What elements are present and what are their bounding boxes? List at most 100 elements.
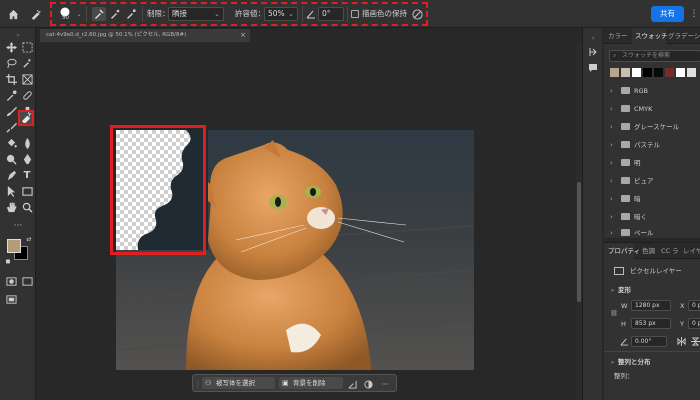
close-icon[interactable]: × <box>240 29 246 42</box>
swatch-group-dark[interactable]: › 暗 <box>610 192 700 206</box>
sample-once-icon[interactable] <box>92 7 106 21</box>
swatch-group-pale[interactable]: › ペール <box>610 228 700 238</box>
paint-bucket-tool-icon[interactable] <box>5 138 17 150</box>
tab-layers[interactable]: レイヤ <box>683 243 700 259</box>
quick-mask-icon[interactable] <box>5 276 17 288</box>
rotation-angle-field[interactable]: 0.00° <box>631 336 667 347</box>
pen-tool-icon-alt[interactable] <box>5 170 17 182</box>
swatch-group-pure[interactable]: › ピュア <box>610 174 700 188</box>
rectangle-tool-icon[interactable] <box>21 186 33 198</box>
lasso-tool-icon[interactable] <box>5 58 17 70</box>
tab-gradients[interactable]: グラデーション <box>668 28 700 44</box>
brush-preset-chevron-icon[interactable]: ⌄ <box>75 9 83 19</box>
eyedropper-tool-icon[interactable] <box>5 90 17 102</box>
tab-cc-libraries[interactable]: CC ラ <box>661 243 681 259</box>
remove-background-label: 背景を削除 <box>293 379 326 387</box>
screen-mode-icon[interactable] <box>5 294 17 306</box>
swatch-color[interactable] <box>643 68 652 77</box>
link-icon[interactable]: ⛓ <box>610 307 618 319</box>
swatch-group-rgb[interactable]: › RGB <box>610 84 700 98</box>
width-field[interactable]: 1280 px <box>631 300 671 311</box>
y-field[interactable]: 0 px <box>688 318 700 329</box>
home-icon[interactable] <box>6 7 20 21</box>
pen-tool-icon[interactable] <box>21 154 33 166</box>
tab-swatches[interactable]: スウォッチ <box>632 28 668 44</box>
swatch-color[interactable] <box>665 68 674 77</box>
default-colors-icon[interactable]: ◼ <box>4 256 12 265</box>
path-selection-tool-icon[interactable] <box>5 186 17 198</box>
object-selection-tool-icon[interactable] <box>21 58 33 70</box>
swatch-color[interactable] <box>687 68 696 77</box>
document-tab[interactable]: cat-4v9e0.d_r2.60.jpg @ 50.1% (ピクセル, RGB… <box>40 29 250 42</box>
swatch-group-label: CMYK <box>634 105 653 113</box>
collapse-arrows-icon[interactable]: « <box>587 32 599 44</box>
more-options-icon[interactable]: ⋮ <box>689 9 699 19</box>
more-tools-icon[interactable]: ··· <box>12 220 24 232</box>
brush-tool-icon[interactable] <box>5 106 17 118</box>
swatch-group-grayscale[interactable]: › グレースケール <box>610 120 700 134</box>
swatch-color[interactable] <box>676 68 685 77</box>
pressure-size-icon[interactable] <box>410 7 424 21</box>
more-icon[interactable]: ··· <box>378 378 392 390</box>
swatch-color[interactable] <box>632 68 641 77</box>
tolerance-input[interactable]: 50% ⌄ <box>264 7 298 21</box>
scrollbar-thumb[interactable] <box>577 182 581 302</box>
drag-handle-icon[interactable]: ⋮ <box>195 378 202 390</box>
properties-panel: プロパティ 色調 CC ラ レイヤ ピクセルレイヤー ⌄ 変形 W 1280 p… <box>604 242 700 400</box>
select-subject-button[interactable]: ⚇ 被写体を選択 <box>202 377 275 389</box>
foreground-color-swatch[interactable] <box>7 239 21 253</box>
swatch-color[interactable] <box>610 68 619 77</box>
tab-color[interactable]: カラー <box>608 28 632 44</box>
swatch-group-light[interactable]: › 明 <box>610 156 700 170</box>
crop-tool-icon[interactable] <box>5 74 17 86</box>
protect-fg-checkbox[interactable] <box>351 10 359 18</box>
collapse-arrows-icon[interactable]: » <box>12 30 24 42</box>
swatch-color[interactable] <box>621 68 630 77</box>
magic-eraser-preset-icon[interactable] <box>28 7 42 21</box>
swatch-group-label: RGB <box>634 87 649 95</box>
sample-continuous-icon[interactable] <box>108 7 122 21</box>
adjustment-icon[interactable] <box>362 378 374 390</box>
layer-type-label: ピクセルレイヤー <box>630 267 682 275</box>
separator <box>86 6 87 22</box>
angle-icon <box>305 8 317 20</box>
chevron-down-icon[interactable]: ⌄ <box>610 285 615 295</box>
dodge-tool-icon[interactable] <box>5 154 17 166</box>
limits-dropdown[interactable]: 隣接 ⌄ <box>168 7 224 21</box>
swatch-color[interactable] <box>654 68 663 77</box>
align-section-title: 整列と分布 <box>618 358 651 366</box>
healing-brush-tool-icon[interactable] <box>21 90 33 102</box>
magic-eraser-tool-icon[interactable] <box>20 111 32 124</box>
zoom-tool-icon[interactable] <box>21 202 33 214</box>
sample-bg-swatch-icon[interactable] <box>124 7 138 21</box>
flip-vertical-icon[interactable] <box>690 336 700 346</box>
frame-tool-icon[interactable] <box>21 74 33 86</box>
document-tab-row: cat-4v9e0.d_r2.60.jpg @ 50.1% (ピクセル, RGB… <box>36 28 582 42</box>
swatch-group-cmyk[interactable]: › CMYK <box>610 102 700 116</box>
tab-adjustments[interactable]: 色調 <box>642 243 658 259</box>
flip-horizontal-icon[interactable] <box>676 336 686 346</box>
hand-tool-icon[interactable] <box>5 202 17 214</box>
swatch-search-input[interactable]: ⌕ スウォッチを検索 <box>609 50 700 62</box>
tab-properties[interactable]: プロパティ <box>604 243 640 259</box>
swatch-group-darker[interactable]: › 暗く <box>610 210 700 224</box>
transform-icon[interactable] <box>346 378 358 390</box>
marquee-tool-icon[interactable] <box>21 42 33 54</box>
height-field[interactable]: 853 px <box>631 318 671 329</box>
height-label: H <box>621 320 626 328</box>
swatch-group-pastel[interactable]: › パステル <box>610 138 700 152</box>
history-brush-tool-icon[interactable] <box>5 122 17 134</box>
type-tool-icon[interactable]: T <box>21 170 33 182</box>
blur-tool-icon[interactable] <box>21 138 33 150</box>
angle-input[interactable]: 0° <box>318 7 344 21</box>
swap-colors-icon[interactable]: ⇄ <box>25 234 33 243</box>
remove-background-button[interactable]: ▣ 背景を削除 <box>279 377 343 389</box>
move-tool-icon[interactable] <box>5 42 17 54</box>
history-panel-icon[interactable] <box>587 46 599 58</box>
share-button[interactable]: 共有 <box>651 6 684 22</box>
comments-panel-icon[interactable] <box>587 62 599 74</box>
chevron-down-icon[interactable]: ⌄ <box>610 357 615 367</box>
y-label: Y <box>680 320 684 328</box>
quick-mask-edit-icon[interactable] <box>21 276 33 288</box>
x-field[interactable]: 0 px <box>688 300 700 311</box>
